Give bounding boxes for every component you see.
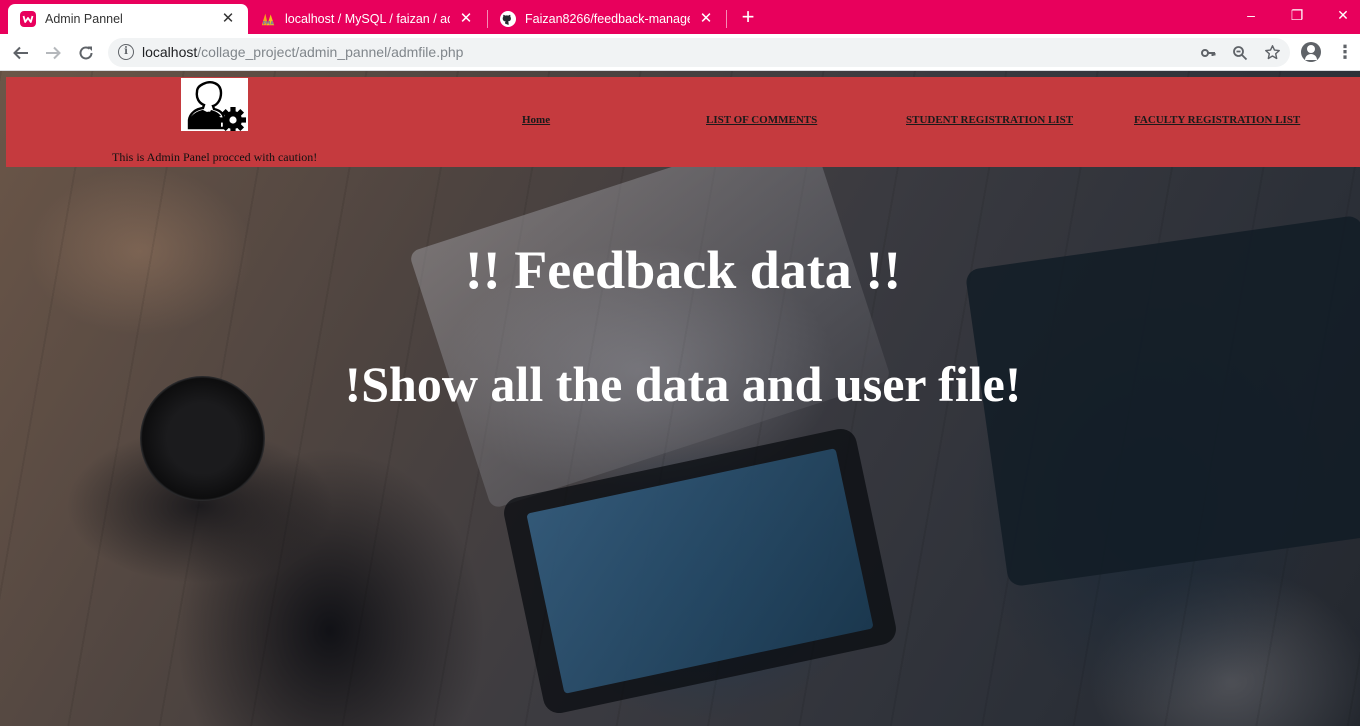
new-tab-button[interactable]: + [735, 5, 761, 31]
profile-avatar-icon[interactable] [1301, 42, 1321, 62]
tab-title: Faizan8266/feedback-management [525, 12, 690, 26]
phpmyadmin-icon: PMA [260, 11, 276, 27]
close-tab-icon[interactable]: ✕ [220, 11, 236, 27]
nav-list-of-comments-link[interactable]: LIST OF COMMENTS [706, 114, 817, 126]
nav-home-link[interactable]: Home [522, 114, 550, 126]
url-text[interactable]: localhost/collage_project/admin_pannel/a… [142, 44, 463, 60]
browser-tab-strip: Admin Pannel ✕ PMA localhost / MySQL / f… [0, 0, 1360, 34]
tab-separator [726, 10, 727, 28]
tab-title: Admin Pannel [45, 12, 123, 26]
tab-phpmyadmin[interactable]: PMA localhost / MySQL / faizan / admin ✕ [248, 4, 486, 34]
github-icon [500, 11, 516, 27]
zoom-icon[interactable] [1229, 42, 1251, 64]
admin-gear-user-icon [181, 78, 248, 133]
show-data-heading: !Show all the data and user file! [344, 356, 1022, 412]
maximize-button[interactable]: ❐ [1274, 0, 1320, 30]
close-window-button[interactable]: ✕ [1320, 0, 1360, 30]
key-icon[interactable] [1197, 42, 1219, 64]
address-bar[interactable]: i localhost/collage_project/admin_pannel… [108, 38, 1290, 67]
site-info-icon[interactable]: i [118, 44, 134, 60]
reload-icon[interactable] [73, 40, 99, 66]
feedback-data-heading: !! Feedback data !! [464, 240, 902, 300]
nav-student-registration-list-link[interactable]: STUDENT REGISTRATION LIST [906, 114, 1073, 126]
browser-menu-icon[interactable]: ⋮ [1336, 41, 1354, 63]
minimize-button[interactable]: – [1228, 0, 1274, 30]
svg-text:PMA: PMA [263, 20, 275, 26]
tab-admin-pannel[interactable]: Admin Pannel ✕ [8, 4, 248, 34]
tab-title: localhost / MySQL / faizan / admin [285, 12, 450, 26]
background-tablet-screen [526, 448, 874, 694]
nav-faculty-registration-list-link[interactable]: FACULTY REGISTRATION LIST [1134, 114, 1300, 126]
admin-warning-text: This is Admin Panel procced with caution… [112, 150, 318, 164]
back-arrow-icon[interactable] [8, 40, 34, 66]
browser-toolbar: i localhost/collage_project/admin_pannel… [0, 34, 1360, 71]
close-tab-icon[interactable]: ✕ [698, 11, 714, 27]
close-tab-icon[interactable]: ✕ [458, 11, 474, 27]
tab-github[interactable]: Faizan8266/feedback-management ✕ [488, 4, 726, 34]
forward-arrow-icon[interactable] [40, 40, 66, 66]
bookmark-star-icon[interactable] [1261, 42, 1283, 64]
wamp-icon [20, 11, 36, 27]
page-background: This is Admin Panel procced with caution… [0, 71, 1360, 726]
admin-header: This is Admin Panel procced with caution… [6, 77, 1360, 167]
